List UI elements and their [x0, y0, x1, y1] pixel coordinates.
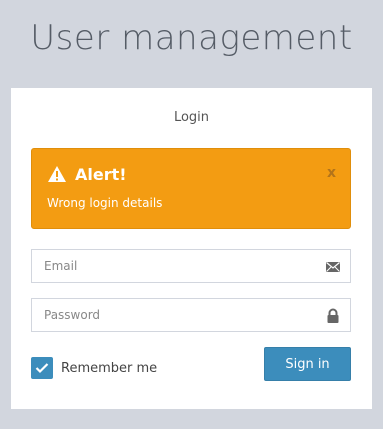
- alert-close-button[interactable]: x: [327, 165, 336, 181]
- alert-message: Wrong login details: [47, 196, 163, 210]
- login-title: Login: [173, 110, 210, 125]
- email-field-wrapper: [31, 249, 351, 283]
- email-field[interactable]: [32, 250, 350, 282]
- remember-me-label: Remember me: [61, 360, 158, 376]
- remember-me-checkbox[interactable]: [31, 357, 53, 379]
- checkmark-icon: [35, 363, 49, 374]
- sign-in-button[interactable]: Sign in: [264, 347, 351, 381]
- alert-box: Alert! x Wrong login details: [31, 148, 351, 229]
- page-title: User management: [30, 18, 353, 58]
- alert-header: Alert!: [47, 162, 127, 186]
- warning-icon: [48, 166, 66, 182]
- envelope-icon: [326, 262, 340, 272]
- login-card: Login Alert! x Wrong login details Email…: [11, 88, 372, 409]
- remember-me[interactable]: Remember me: [31, 356, 157, 380]
- password-field-wrapper: [31, 298, 351, 332]
- password-field[interactable]: [32, 299, 350, 331]
- alert-title: Alert!: [75, 164, 127, 184]
- lock-icon: [327, 308, 339, 323]
